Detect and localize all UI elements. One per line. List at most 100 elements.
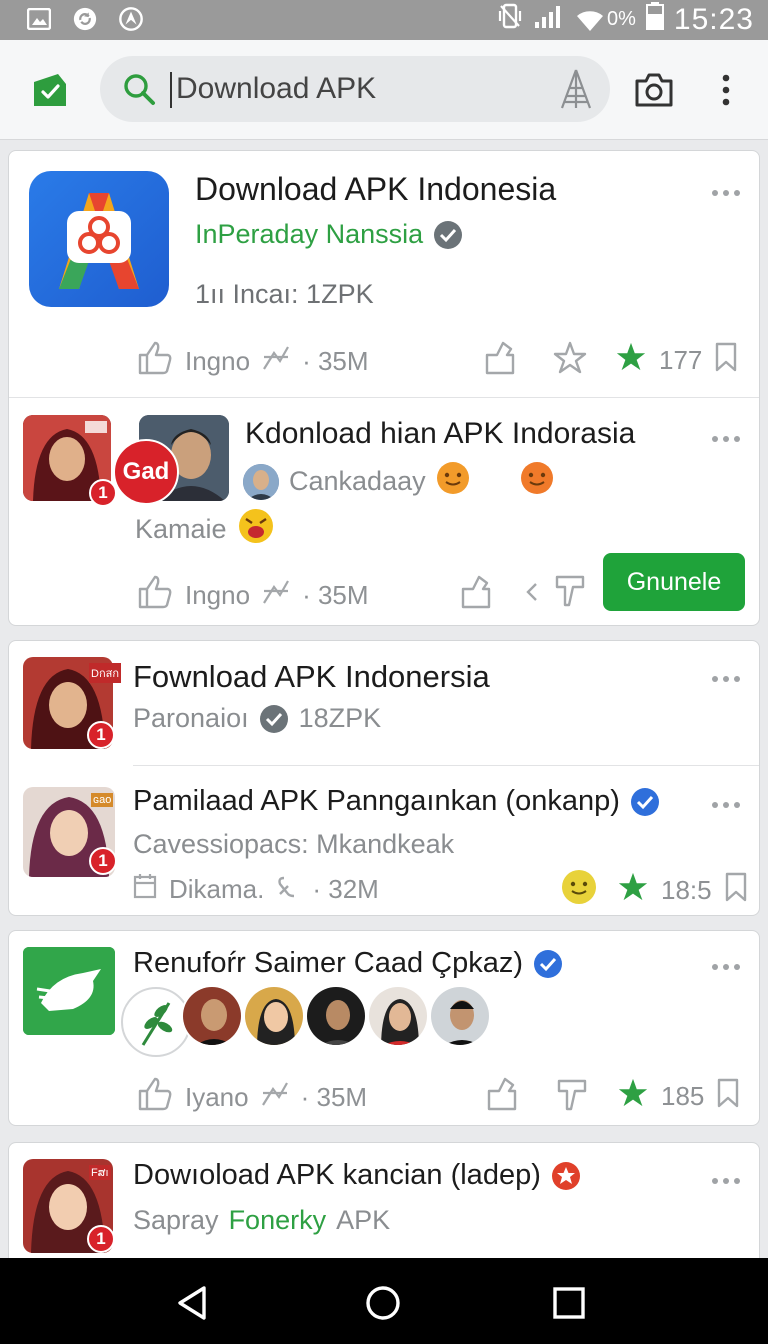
item-subtitle: Kamaie <box>135 514 227 544</box>
result-card: Download APK Indonesia InPeraday Nanssia… <box>8 150 760 626</box>
gallery-icon <box>26 6 52 32</box>
clock: 15:23 <box>673 2 754 36</box>
more-icon[interactable] <box>711 185 741 196</box>
developer-row: Paronaioı 18ZPK <box>133 703 381 734</box>
more-icon[interactable] <box>711 671 741 682</box>
item-title[interactable]: Fownload APK Indonersia <box>133 659 490 695</box>
like-icon[interactable] <box>137 341 173 382</box>
star-outline-icon[interactable] <box>553 341 587 380</box>
item-info: 1ıı Incaı: 1ZPK <box>195 279 374 309</box>
developer-name[interactable]: Paronaioı <box>133 703 249 734</box>
result-card: Dกสก 1 Fownload APK Indonersia Paronaioı… <box>8 640 760 916</box>
developer-row: Sapray Fonerky APK <box>133 1205 390 1236</box>
share-icon[interactable] <box>483 341 517 380</box>
verified-icon <box>533 949 563 979</box>
stats-label: Ingno <box>185 346 251 376</box>
text-cursor <box>170 72 172 108</box>
avatar-label: Fສı <box>89 1165 111 1180</box>
divider <box>133 765 759 766</box>
like-icon[interactable] <box>137 575 173 616</box>
avatar[interactable] <box>429 985 491 1047</box>
divider <box>9 397 759 398</box>
more-icon[interactable] <box>711 1173 741 1184</box>
item-title[interactable]: Download APK Indonesia <box>195 171 556 208</box>
sub-row: Kamaie <box>135 507 275 552</box>
dislike-icon[interactable] <box>557 1079 587 1116</box>
camera-icon[interactable] <box>634 72 674 108</box>
channel-logo[interactable] <box>121 987 191 1057</box>
notification-badge: 1 <box>89 479 117 507</box>
bookmark-icon[interactable] <box>716 1078 740 1115</box>
more-icon[interactable] <box>711 797 741 808</box>
verified-icon <box>259 704 289 734</box>
tower-icon[interactable] <box>558 68 594 110</box>
stats-size: · 35M <box>302 346 369 376</box>
item-title[interactable]: Renufoŕr Saimer Caad Çpkaz) <box>133 947 523 980</box>
share-icon[interactable] <box>485 1077 519 1116</box>
avatar[interactable] <box>305 985 367 1047</box>
developer-name[interactable]: Cavessiopacs: Mkandkeak <box>133 829 454 860</box>
star-icon <box>615 341 647 380</box>
dislike-icon[interactable] <box>555 575 585 612</box>
status-bar: 0% 15:23 <box>0 0 768 40</box>
search-input[interactable] <box>176 68 546 110</box>
bookmark-icon[interactable] <box>714 342 738 379</box>
install-button[interactable]: Gnunele <box>603 553 745 611</box>
share-icon[interactable] <box>459 575 493 614</box>
vibrate-icon <box>497 2 523 37</box>
home-icon[interactable] <box>364 1284 402 1322</box>
star-icon <box>617 871 649 910</box>
link-icon <box>276 874 300 905</box>
signal-icon <box>533 2 565 37</box>
wifi-icon: 0% <box>575 7 636 33</box>
item-title[interactable]: Pamilaad APK Panngaınkan (onkanp) <box>133 785 620 818</box>
item-info: Dikama. <box>169 874 265 904</box>
developer-name[interactable]: Sapray <box>133 1205 219 1236</box>
app-icon[interactable] <box>23 947 115 1035</box>
result-card: Fສı 1 Dowıoload APK kancian (ladep) Sapr… <box>8 1142 760 1272</box>
emoji-icon <box>436 461 470 502</box>
notification-badge: 1 <box>87 1225 115 1253</box>
item-size: · 32M <box>312 874 379 904</box>
developer-highlight[interactable]: Fonerky <box>229 1205 327 1236</box>
chevron-left-icon[interactable] <box>525 581 539 608</box>
avatar[interactable] <box>367 985 429 1047</box>
developer-name[interactable]: Cankadaay <box>289 466 426 497</box>
bookmark-icon[interactable] <box>724 872 748 909</box>
search-icon[interactable] <box>122 72 156 106</box>
system-nav-bar <box>0 1258 768 1344</box>
title-row: Dowıoload APK kancian (ladep) <box>133 1159 581 1192</box>
more-icon[interactable] <box>711 431 741 442</box>
avatar-label: ɢao <box>91 793 114 807</box>
item-info: 18ZPK <box>298 703 382 733</box>
app-icon[interactable] <box>29 171 169 307</box>
like-icon[interactable] <box>137 1077 173 1118</box>
recents-icon[interactable] <box>550 1284 588 1322</box>
rating-row: 18:5 <box>617 871 748 910</box>
back-icon[interactable] <box>174 1284 212 1322</box>
avatar[interactable] <box>243 985 305 1047</box>
channel-badge[interactable]: Gad <box>113 439 179 505</box>
emoji-icon <box>561 869 597 910</box>
developer-name[interactable]: InPeraday Nanssia <box>195 219 423 250</box>
result-card: Renufoŕr Saimer Caad Çpkaz) Iyano · 35M <box>8 930 760 1126</box>
star-icon <box>617 1077 649 1116</box>
emoji-icon <box>520 461 554 502</box>
app-logo-icon[interactable] <box>32 72 68 108</box>
rating-value: 185 <box>661 1081 705 1111</box>
avatar[interactable] <box>181 985 243 1047</box>
wifi-percent: 0% <box>607 8 636 30</box>
item-title[interactable]: Dowıoload APK kancian (ladep) <box>133 1159 541 1192</box>
more-icon[interactable] <box>718 74 734 110</box>
compass-icon <box>118 6 144 32</box>
item-title[interactable]: Kdonload hian APK Indorasia <box>245 417 635 451</box>
more-icon[interactable] <box>711 959 741 970</box>
graph-icon <box>262 579 290 612</box>
rating-value: 18:5 <box>661 875 712 905</box>
search-bar[interactable] <box>100 56 610 122</box>
badge-icon <box>551 1161 581 1191</box>
developer-row: Cankadaay <box>243 461 554 502</box>
calendar-icon <box>133 873 157 906</box>
rating-value: 177 <box>659 345 703 375</box>
sync-icon <box>72 6 98 32</box>
